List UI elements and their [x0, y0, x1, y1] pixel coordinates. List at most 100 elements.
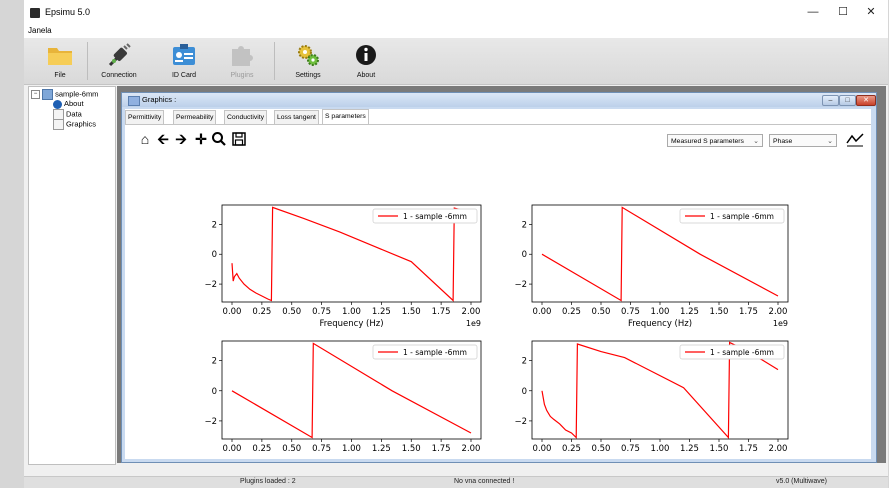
y-tick-label: −2 — [514, 417, 527, 427]
s-parameter-plots: 0.00 0.25 0.50 0.75 1.00 1.25 1.50 1.75 2.00 2 0 −2… — [204, 204, 789, 454]
x-tick-label: 1.25 — [372, 444, 391, 454]
minimize-button[interactable]: — — [802, 4, 824, 20]
window-icon — [128, 96, 140, 106]
tree-item-label: Graphics — [66, 119, 97, 129]
y-tick-label: 0 — [522, 387, 527, 397]
app-title: Epsimu 5.0 — [45, 7, 91, 17]
id-card-button[interactable]: ID Card — [162, 40, 206, 82]
tab-permeability[interactable]: Permeability — [173, 110, 217, 124]
x-tick-label: 1.75 — [739, 307, 758, 317]
x-tick-label: 1.50 — [710, 307, 729, 317]
graphics-window-titlebar[interactable]: Graphics : – □ ✕ — [122, 93, 876, 107]
tab-s-parameters[interactable]: S parameters — [322, 109, 369, 125]
tree-item-about[interactable]: About — [53, 99, 84, 109]
display-mode-select[interactable]: Phase ⌄ — [769, 134, 837, 147]
x-tick-label: 1.00 — [342, 444, 361, 454]
x-tick-label: 0.75 — [621, 444, 640, 454]
mdi-area: Graphics : – □ ✕ Permittivity Permeabili… — [117, 86, 886, 463]
id-card-label: ID Card — [171, 72, 197, 79]
id-card-icon — [173, 44, 195, 65]
x-tick-label: 0.25 — [562, 307, 581, 317]
y-tick-label: 2 — [212, 357, 217, 367]
x-tick-label: 2.00 — [769, 307, 788, 317]
x-tick-label: 0.25 — [252, 444, 271, 454]
x-tick-label: 0.50 — [592, 444, 611, 454]
settings-button[interactable]: Settings — [286, 40, 330, 82]
file-label: File — [54, 72, 66, 79]
x-tick-label: 2.00 — [462, 444, 481, 454]
graphics-window-body: Permittivity Permeability Conductivity L… — [125, 109, 871, 459]
display-mode-select-value: Phase — [773, 138, 793, 145]
plugins-status: Plugins loaded : 2 — [240, 478, 296, 485]
tree-item-label: About — [64, 99, 84, 108]
collapse-toggle-icon[interactable]: − — [31, 90, 40, 99]
x-tick-label: 0.75 — [312, 307, 331, 317]
tree-item-graphics[interactable]: Graphics — [53, 119, 96, 130]
x-offset-label: 1e9 — [773, 319, 788, 328]
s-parameter-select[interactable]: Measured S parameters ⌄ — [667, 134, 763, 147]
x-tick-label: 1.25 — [372, 307, 391, 317]
project-tree: − sample-6mm About Data Graphics — [28, 86, 116, 465]
tab-conductivity[interactable]: Conductivity — [224, 110, 268, 124]
tree-item-label: Data — [66, 109, 82, 119]
plugins-button[interactable]: Plugins — [220, 40, 264, 82]
x-tick-label: 0.00 — [533, 444, 552, 454]
sub-close-button[interactable]: ✕ — [856, 95, 876, 106]
tab-permittivity[interactable]: Permittivity — [125, 110, 165, 124]
x-axis-label: Frequency (Hz) — [628, 319, 692, 329]
connection-label: Connection — [101, 72, 137, 79]
x-tick-label: 1.00 — [342, 307, 361, 317]
about-button[interactable]: About — [344, 40, 388, 82]
zoom-icon[interactable] — [211, 131, 227, 147]
x-tick-label: 1.25 — [680, 444, 699, 454]
x-tick-label: 1.00 — [651, 307, 670, 317]
toolbar-separator — [87, 42, 88, 80]
x-tick-label: 0.25 — [562, 444, 581, 454]
legend-label: 1 - sample -6mm — [710, 212, 774, 221]
tab-divider — [125, 124, 871, 125]
info-icon — [356, 45, 376, 65]
x-tick-label: 0.50 — [592, 307, 611, 317]
save-icon[interactable] — [231, 131, 247, 147]
x-tick-label: 0.25 — [252, 307, 271, 317]
toolbar-separator — [274, 42, 275, 80]
y-tick-label: 0 — [522, 250, 527, 260]
pan-icon[interactable]: ✛ — [193, 131, 209, 147]
chart-3: 0.00 0.25 0.50 0.75 1.00 1.25 1.50 1.75 2.00 2 0 −2… — [204, 340, 482, 454]
app-logo-icon — [30, 8, 40, 18]
tree-root-label: sample-6mm — [55, 89, 99, 99]
status-bar: Plugins loaded : 2 No vna connected ! v5… — [24, 476, 888, 488]
tab-loss-tangent[interactable]: Loss tangent — [274, 110, 319, 124]
x-tick-label: 0.75 — [621, 307, 640, 317]
maximize-button[interactable]: ☐ — [832, 4, 854, 20]
line-plot-icon[interactable] — [845, 131, 865, 147]
y-tick-label: −2 — [514, 280, 527, 290]
plug-icon — [108, 43, 131, 67]
sub-minimize-button[interactable]: – — [822, 95, 839, 106]
title-bar: Epsimu 5.0 — ☐ ✕ — [24, 0, 888, 26]
x-tick-label: 0.50 — [282, 444, 301, 454]
forward-arrow-icon[interactable]: 🡪 — [173, 131, 189, 147]
chart-icon — [53, 119, 64, 130]
y-tick-label: −2 — [204, 417, 217, 427]
x-tick-label: 1.75 — [432, 444, 451, 454]
x-tick-label: 1.50 — [710, 444, 729, 454]
chart-4: 0.00 0.25 0.50 0.75 1.00 1.25 1.50 1.75 2.00 2 0 −2… — [514, 340, 789, 454]
x-tick-label: 1.00 — [651, 444, 670, 454]
graphics-window-title: Graphics : — [142, 95, 177, 104]
file-button[interactable]: File — [38, 40, 82, 82]
y-tick-label: 2 — [522, 357, 527, 367]
x-tick-label: 1.75 — [739, 444, 758, 454]
plugins-label: Plugins — [230, 72, 254, 79]
back-arrow-icon[interactable]: 🡨 — [155, 131, 171, 147]
x-tick-label: 0.75 — [312, 444, 331, 454]
menu-janela[interactable]: Janela — [28, 26, 52, 35]
x-offset-label: 1e9 — [466, 319, 481, 328]
y-tick-label: 0 — [212, 387, 217, 397]
x-tick-label: 2.00 — [462, 307, 481, 317]
connection-button[interactable]: Connection — [94, 40, 144, 82]
home-icon[interactable]: ⌂ — [137, 131, 153, 147]
x-tick-label: 1.75 — [432, 307, 451, 317]
close-button[interactable]: ✕ — [860, 4, 882, 20]
sub-restore-button[interactable]: □ — [839, 95, 856, 106]
